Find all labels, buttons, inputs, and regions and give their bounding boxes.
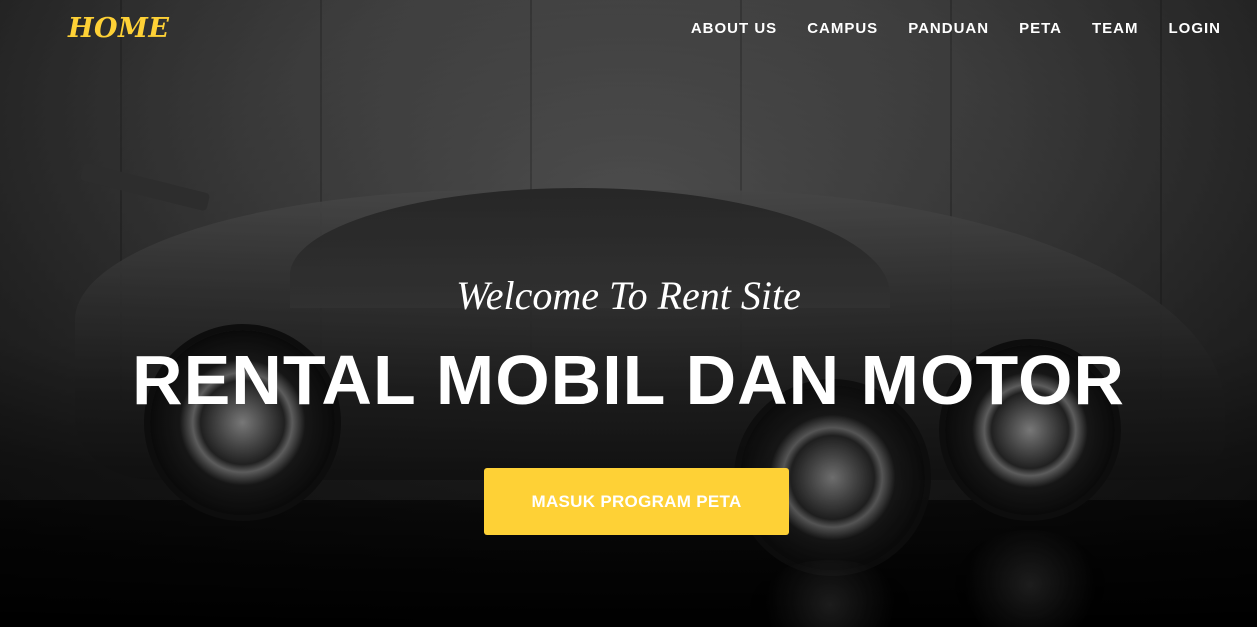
intro-heading: RENTAL MOBIL DAN MOTOR bbox=[132, 341, 1125, 419]
intro-lead-text: Welcome To Rent Site bbox=[456, 273, 801, 318]
hero-section: HOME ABOUT US CAMPUS PANDUAN PETA TEAM L… bbox=[0, 0, 1257, 627]
brand-home-link[interactable]: HOME bbox=[68, 13, 170, 44]
nav-item-login[interactable]: LOGIN bbox=[1169, 20, 1222, 37]
nav-item-peta[interactable]: PETA bbox=[1019, 20, 1062, 37]
nav-item-campus[interactable]: CAMPUS bbox=[807, 20, 878, 37]
nav-item-team[interactable]: TEAM bbox=[1092, 20, 1139, 37]
top-navbar: HOME ABOUT US CAMPUS PANDUAN PETA TEAM L… bbox=[0, 0, 1257, 56]
masuk-program-peta-button[interactable]: MASUK PROGRAM PETA bbox=[484, 468, 789, 535]
nav-item-panduan[interactable]: PANDUAN bbox=[908, 20, 989, 37]
nav-menu: ABOUT US CAMPUS PANDUAN PETA TEAM LOGIN bbox=[661, 20, 1221, 37]
nav-item-about-us[interactable]: ABOUT US bbox=[691, 20, 777, 37]
